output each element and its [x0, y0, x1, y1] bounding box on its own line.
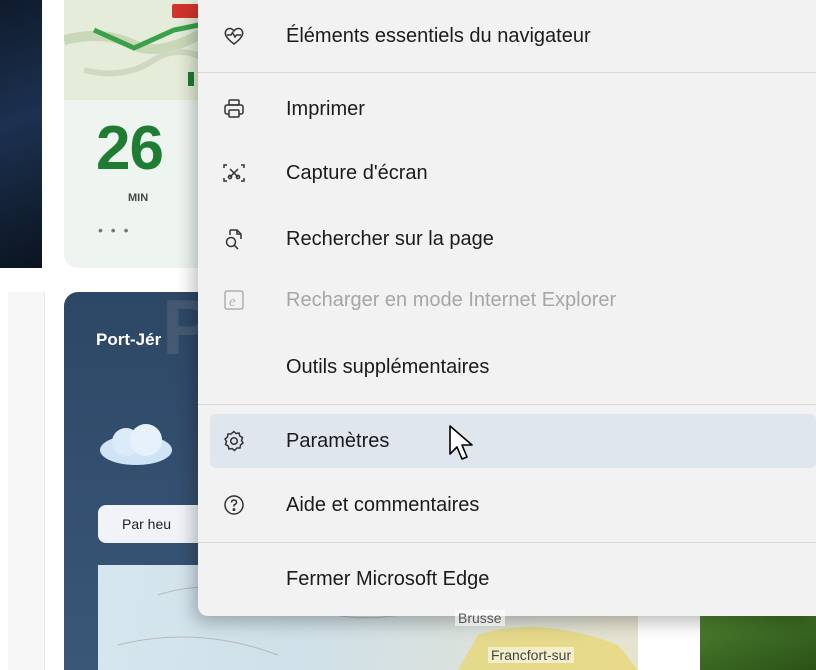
- heart-pulse-icon: [218, 20, 250, 52]
- menu-item-find-on-page[interactable]: Rechercher sur la page: [210, 212, 816, 266]
- internet-explorer-icon: e: [218, 284, 250, 316]
- menu-item-close-edge[interactable]: Fermer Microsoft Edge: [210, 552, 816, 606]
- menu-item-label: Imprimer: [286, 97, 365, 120]
- mouse-cursor-icon: [447, 424, 477, 464]
- pagination-dots[interactable]: • • •: [98, 222, 130, 238]
- menu-separator: [198, 542, 816, 543]
- menu-item-reload-ie-mode: e Recharger en mode Internet Explorer: [210, 273, 816, 327]
- help-icon: [218, 489, 250, 521]
- menu-item-print[interactable]: Imprimer: [210, 82, 816, 136]
- left-panel: [8, 292, 45, 670]
- traffic-time: 26: [96, 114, 164, 183]
- map-label-bruxelles: Brusse: [455, 610, 505, 626]
- weather-city: Port-Jér: [96, 330, 162, 349]
- edge-settings-menu: Éléments essentiels du navigateur Imprim…: [198, 0, 816, 616]
- menu-item-browser-essentials[interactable]: Éléments essentiels du navigateur: [210, 9, 816, 63]
- menu-item-label: Capture d'écran: [286, 161, 428, 184]
- cloud-icon: [96, 420, 174, 466]
- find-on-page-icon: [218, 223, 250, 255]
- screenshot-icon: [218, 157, 250, 189]
- menu-item-help-feedback[interactable]: Aide et commentaires: [210, 478, 816, 532]
- background-image: [0, 0, 42, 268]
- menu-item-more-tools[interactable]: Outils supplémentaires: [210, 340, 816, 394]
- menu-item-label: Aide et commentaires: [286, 493, 480, 516]
- menu-separator: [198, 404, 816, 405]
- menu-item-label: Fermer Microsoft Edge: [286, 567, 490, 590]
- menu-separator: [198, 72, 816, 73]
- svg-text:e: e: [229, 294, 236, 310]
- traffic-unit: MIN: [128, 192, 149, 204]
- menu-item-settings[interactable]: Paramètres: [210, 414, 816, 468]
- menu-item-label: Rechercher sur la page: [286, 227, 494, 250]
- menu-item-label: Outils supplémentaires: [286, 355, 490, 378]
- menu-item-screenshot[interactable]: Capture d'écran: [210, 146, 816, 200]
- menu-item-label: Éléments essentiels du navigateur: [286, 24, 591, 47]
- printer-icon: [218, 93, 250, 125]
- gear-icon: [218, 425, 250, 457]
- menu-item-label: Recharger en mode Internet Explorer: [286, 288, 617, 311]
- menu-item-label: Paramètres: [286, 429, 390, 452]
- map-label-francfort: Francfort-sur: [488, 647, 575, 663]
